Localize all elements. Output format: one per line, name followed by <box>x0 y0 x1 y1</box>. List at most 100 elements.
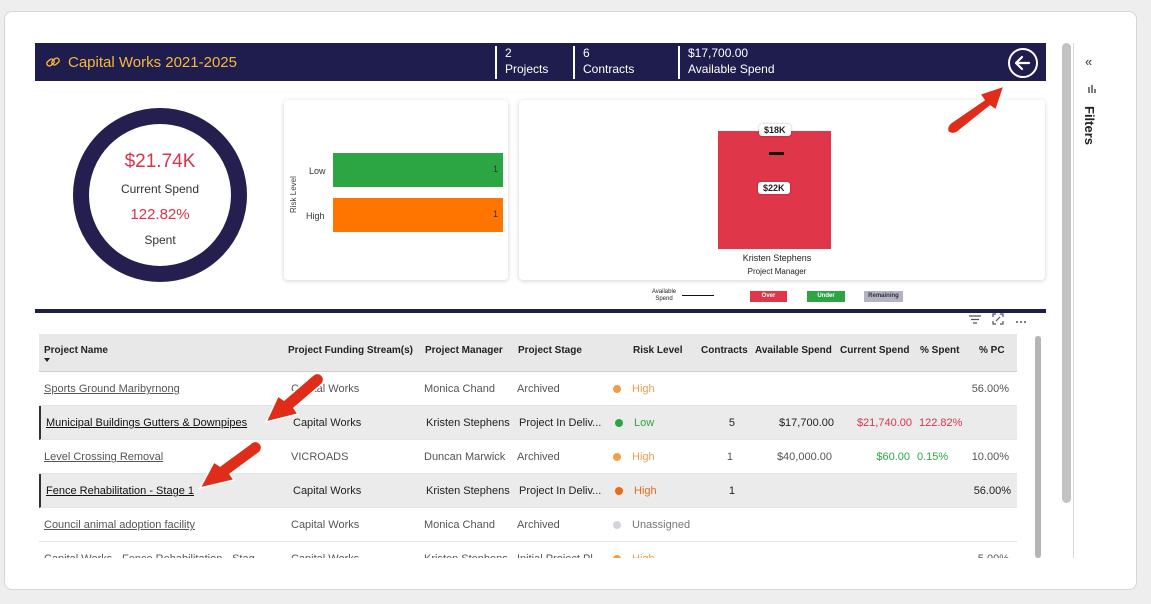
risk-bar-label-low: Low <box>309 166 326 176</box>
cell-project-name[interactable]: Sports Ground Maribyrnong <box>44 383 274 395</box>
kpi-projects-label: Projects <box>505 62 549 76</box>
table-scrollbar-thumb[interactable] <box>1035 336 1041 558</box>
focus-mode-icon[interactable] <box>991 312 1005 326</box>
cell-percent-pc: 5.00% <box>967 553 1009 558</box>
spend-tag-available: $18K <box>759 124 791 136</box>
cell-project-manager: Kristen Stephens <box>426 417 510 429</box>
cell-percent-pc: 56.00% <box>973 485 1011 497</box>
risk-bar-high[interactable]: 1 <box>333 198 503 232</box>
percent-spent-value: 122.82% <box>130 206 190 223</box>
kpi-contracts-value: 6 <box>583 46 590 60</box>
table-row[interactable]: Council animal adoption facility Capital … <box>39 508 1017 542</box>
cell-percent-pc: 56.00% <box>971 383 1009 395</box>
risk-bar-value-low: 1 <box>492 164 498 174</box>
col-project-manager[interactable]: Project Manager <box>425 345 503 356</box>
risk-dot-icon <box>615 419 623 427</box>
collapse-filters-icon[interactable]: « <box>1085 54 1092 69</box>
cell-project-stage: Archived <box>517 519 560 531</box>
spend-chart-axis-label: Project Manager <box>747 267 807 276</box>
projects-table: Project Name Project Funding Stream(s) P… <box>39 334 1017 558</box>
cell-current-spend: $21,740.00 <box>856 417 912 429</box>
cell-project-stage: Project In Deliv... <box>519 417 602 429</box>
link-icon <box>46 57 60 67</box>
table-row[interactable]: Municipal Buildings Gutters & Downpipes C… <box>39 406 1017 440</box>
cell-available-spend: $17,700.00 <box>778 417 834 429</box>
risk-bar-low[interactable]: 1 <box>333 153 503 187</box>
annotation-arrow-row-2 <box>264 372 325 424</box>
cell-contracts: 1 <box>728 485 735 497</box>
cell-funding-stream: VICROADS <box>291 451 349 463</box>
cell-project-stage: Archived <box>517 451 560 463</box>
risk-dot-icon <box>615 487 623 495</box>
donut-labels: $21.74K Current Spend 122.82% Spent <box>70 105 250 285</box>
cell-project-stage: Archived <box>517 383 560 395</box>
risk-dot-icon <box>613 385 621 393</box>
cell-percent-pc: 10.00% <box>971 451 1009 463</box>
col-available-spend[interactable]: Available Spend <box>755 345 832 356</box>
sort-desc-icon[interactable] <box>44 358 50 362</box>
table-row[interactable]: Level Crossing Removal VICROADS Duncan Mar… <box>39 440 1017 474</box>
more-options-icon[interactable] <box>1014 312 1028 326</box>
risk-dot-icon <box>613 555 621 558</box>
risk-bar-value-high: 1 <box>492 209 498 219</box>
cell-project-manager: Monica Chand <box>424 519 495 531</box>
col-risk-level[interactable]: Risk Level <box>633 345 682 356</box>
cell-funding-stream: Capital Works <box>293 485 362 497</box>
cell-project-manager: Duncan Marwick <box>424 451 506 463</box>
cell-percent-spent: 122.82% <box>919 417 963 429</box>
page-scrollbar[interactable] <box>1062 43 1071 503</box>
cell-contracts: 5 <box>728 417 735 429</box>
spend-chart-category: Kristen Stephens <box>742 253 812 263</box>
spend-tag-current: $22K <box>758 182 790 194</box>
risk-dot-icon <box>613 521 621 529</box>
col-percent-spent[interactable]: % Spent <box>920 345 959 356</box>
table-row[interactable]: Fence Rehabilitation - Stage 1 Capital Wo… <box>39 474 1017 508</box>
cell-project-manager: Kristen Stephens <box>424 553 514 558</box>
risk-axis-label: Risk Level <box>289 176 298 213</box>
cell-project-name[interactable]: Capital Works - Fence Rehabilitation - S… <box>44 553 274 558</box>
current-spend-value: $21.74K <box>124 151 196 172</box>
cell-risk-level: Unassigned <box>632 519 691 531</box>
cell-project-name[interactable]: Council animal adoption facility <box>44 519 274 531</box>
legend-line-swatch <box>682 295 714 296</box>
risk-bar-label-high: High <box>306 211 325 221</box>
cell-project-name[interactable]: Municipal Buildings Gutters & Downpipes <box>46 417 276 429</box>
kpi-available-spend: $17,700.00 Available Spend <box>678 46 775 79</box>
col-current-spend[interactable]: Current Spend <box>840 345 909 356</box>
table-visual-header <box>968 312 1028 326</box>
legend-line-label: Available Spend <box>651 289 677 302</box>
legend-over: Over <box>750 291 787 302</box>
cell-risk-level: High <box>632 553 712 558</box>
filter-lines-icon[interactable] <box>968 312 982 326</box>
table-header: Project Name Project Funding Stream(s) P… <box>39 334 1017 372</box>
percent-spent-label: Spent <box>144 233 176 247</box>
risk-level-chart[interactable]: Risk Level Low 1 High 1 <box>284 100 508 280</box>
col-percent-pc[interactable]: % PC <box>979 345 1005 356</box>
cell-project-manager: Monica Chand <box>424 383 495 395</box>
cell-available-spend: $40,000.00 <box>776 451 832 463</box>
col-funding-stream[interactable]: Project Funding Stream(s) <box>288 345 413 356</box>
legend-remaining: Remaining <box>864 291 903 302</box>
report-header: Capital Works 2021-2025 2 Projects 6 Con… <box>35 43 1046 81</box>
filter-funnel-icon[interactable] <box>1088 84 1098 96</box>
cell-contracts: 1 <box>726 451 733 463</box>
cell-project-manager: Kristen Stephens <box>426 485 510 497</box>
kpi-projects: 2 Projects <box>495 46 548 79</box>
col-project-stage[interactable]: Project Stage <box>518 345 582 356</box>
current-spend-label: Current Spend <box>120 182 200 196</box>
annotation-arrow-row-4 <box>198 440 263 490</box>
col-contracts[interactable]: Contracts <box>701 345 748 356</box>
kpi-available-spend-value: $17,700.00 <box>688 46 749 60</box>
table-row[interactable]: Sports Ground Maribyrnong Capital Works Mo… <box>39 372 1017 406</box>
risk-dot-icon <box>613 453 621 461</box>
legend-under: Under <box>807 291 845 302</box>
col-project-name[interactable]: Project Name <box>44 345 108 356</box>
cell-current-spend: $60.00 <box>876 451 910 463</box>
cell-project-stage: Project In Deliv... <box>519 485 602 497</box>
report-title: Capital Works 2021-2025 <box>68 53 237 71</box>
back-arrow-icon[interactable] <box>1007 47 1039 79</box>
table-row[interactable]: Capital Works - Fence Rehabilitation - S… <box>39 542 1017 558</box>
filters-pane-label[interactable]: Filters <box>1082 106 1097 145</box>
cell-project-stage: Initial Project Pl... <box>517 553 605 558</box>
cell-funding-stream: Capital Works <box>291 519 360 531</box>
